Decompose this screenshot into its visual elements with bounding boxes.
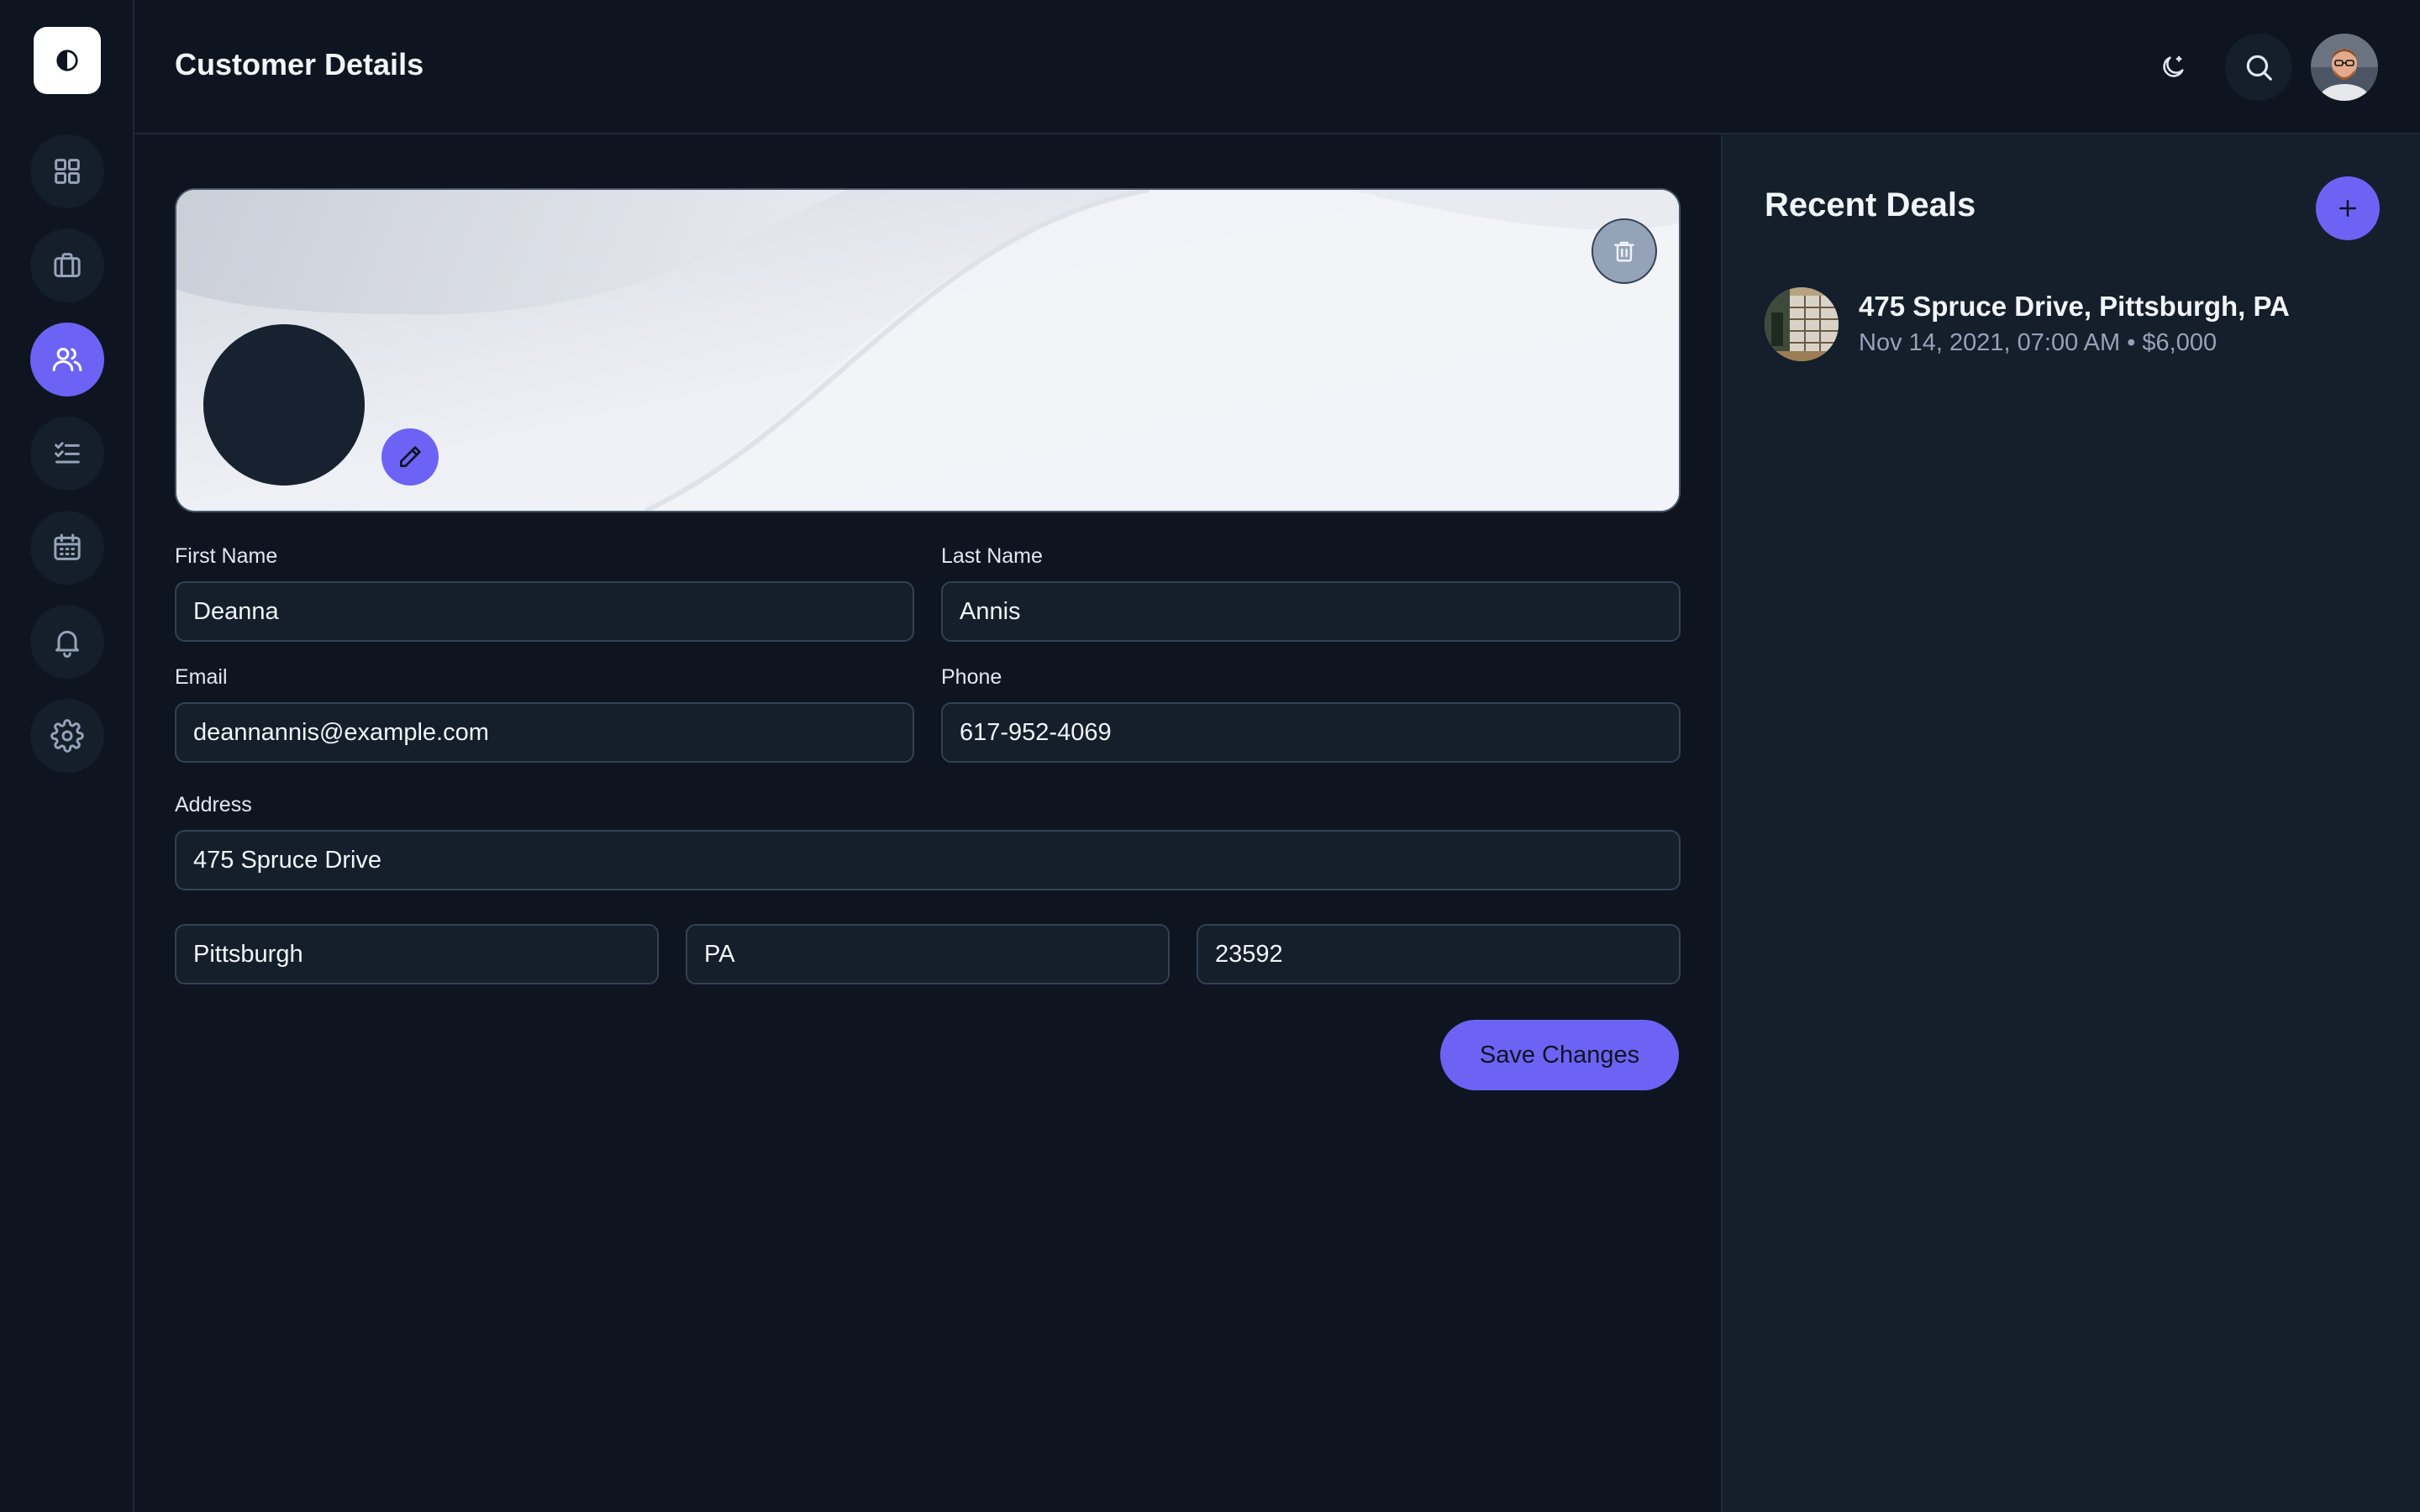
- address-label: Address: [175, 793, 252, 816]
- bell-icon: [55, 630, 79, 658]
- add-deal-button[interactable]: [2316, 176, 2380, 240]
- profile-banner: [175, 188, 1681, 512]
- delete-banner-button[interactable]: [1591, 218, 1657, 284]
- moon-icon: [2163, 55, 2184, 77]
- deal-thumbnail: [1765, 287, 1839, 361]
- edit-photo-button[interactable]: [381, 428, 439, 486]
- first-name-input[interactable]: [175, 581, 914, 642]
- users-icon: [52, 348, 82, 371]
- deal-thumbnail-image: [1765, 287, 1839, 361]
- last-name-label: Last Name: [941, 544, 1043, 568]
- address-input[interactable]: [175, 830, 1681, 890]
- deal-meta: Nov 14, 2021, 07:00 AM • $6,000: [1859, 329, 2217, 356]
- pencil-icon: [400, 446, 421, 467]
- user-avatar[interactable]: [2311, 34, 2378, 101]
- user-avatar-image: [2311, 34, 2378, 101]
- app-logo[interactable]: [34, 27, 101, 94]
- profile-photo-placeholder: [203, 324, 365, 486]
- grid-icon: [55, 159, 80, 184]
- sidebar-item-settings[interactable]: [30, 699, 104, 773]
- phone-label: Phone: [941, 665, 1002, 689]
- app-root: Customer Details First Name Deanna Last …: [0, 0, 2420, 1512]
- phone-input[interactable]: [941, 702, 1681, 763]
- search-button[interactable]: [2225, 34, 2292, 101]
- contrast-icon: [56, 50, 78, 71]
- deal-list-item[interactable]: 475 Spruce Drive, Pittsburgh, PA Nov 14,…: [1765, 287, 2386, 368]
- top-header: Customer Details: [134, 0, 2420, 134]
- first-name-label: First Name: [175, 544, 278, 568]
- search-icon: [2246, 55, 2272, 81]
- save-changes-button[interactable]: Save Changes: [1440, 1020, 1679, 1090]
- last-name-input[interactable]: [941, 581, 1681, 642]
- deal-title: 475 Spruce Drive, Pittsburgh, PA: [1859, 291, 2290, 322]
- city-input[interactable]: [175, 924, 659, 984]
- email-input[interactable]: [175, 702, 914, 763]
- theme-toggle-button[interactable]: [2139, 34, 2207, 101]
- plus-icon: [2339, 200, 2356, 217]
- sidebar: [0, 0, 134, 1512]
- briefcase-icon: [54, 253, 81, 277]
- recent-deals-title: Recent Deals: [1765, 186, 1976, 223]
- page-title: Customer Details: [175, 47, 424, 81]
- sidebar-item-notifications[interactable]: [30, 605, 104, 679]
- sidebar-item-deals[interactable]: [30, 228, 104, 302]
- customer-form: First Name Last Name Email Phone Address…: [134, 134, 1721, 1512]
- sidebar-item-tasks[interactable]: [30, 417, 104, 491]
- trash-icon: [1614, 241, 1634, 262]
- email-label: Email: [175, 665, 228, 689]
- checklist-icon: [55, 442, 80, 464]
- sidebar-item-dashboard[interactable]: [30, 134, 104, 208]
- sidebar-item-calendar[interactable]: [30, 511, 104, 585]
- sidebar-item-customers[interactable]: [30, 323, 104, 396]
- zip-input[interactable]: [1197, 924, 1681, 984]
- gear-icon: [50, 719, 84, 753]
- state-input[interactable]: [686, 924, 1170, 984]
- calendar-icon: [54, 533, 81, 560]
- recent-deals-panel: Recent Deals 475 Spruce Drive, Pittsburg…: [1721, 134, 2420, 1512]
